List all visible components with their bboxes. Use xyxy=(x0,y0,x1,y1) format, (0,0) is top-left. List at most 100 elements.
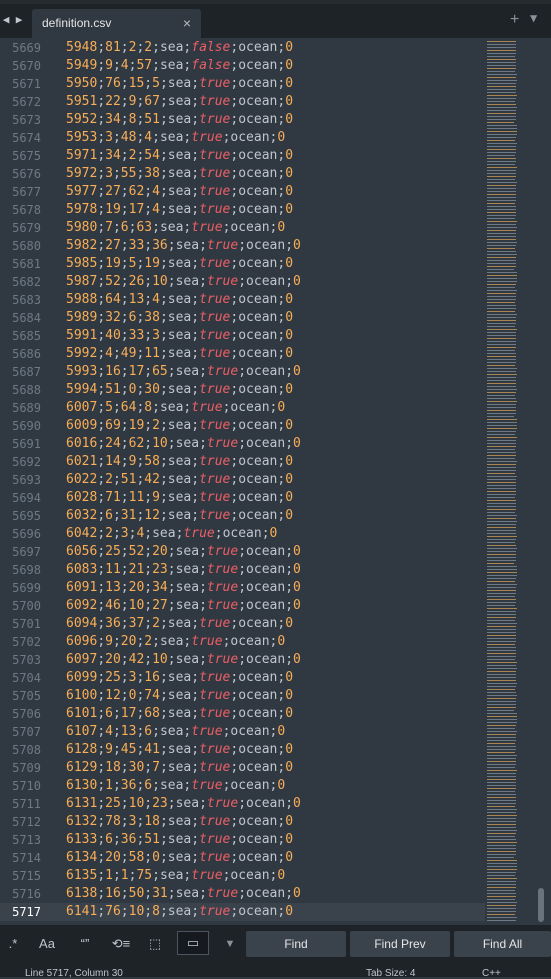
code-line[interactable]: 5950;76;15;5;sea;true;ocean;0 xyxy=(66,75,293,93)
line-number: 5672 xyxy=(12,95,41,109)
wrap-toggle[interactable]: ⟲≡ xyxy=(106,932,136,956)
code-line[interactable]: 6028;71;11;9;sea;true;ocean;0 xyxy=(66,489,293,507)
code-line[interactable]: 6131;25;10;23;sea;true;ocean;0 xyxy=(66,795,301,813)
minimap-row xyxy=(487,83,516,84)
tab-nav-right-icon[interactable]: ▶ xyxy=(13,13,25,27)
number-token: 0 xyxy=(285,148,294,163)
string-token: ocean xyxy=(246,238,286,253)
separator-token: ; xyxy=(97,202,106,217)
code-line[interactable]: 5988;64;13;4;sea;true;ocean;0 xyxy=(66,291,293,309)
number-token: 45 xyxy=(120,742,137,757)
code-line[interactable]: 5953;3;48;4;sea;true;ocean;0 xyxy=(66,129,285,147)
code-line[interactable]: 6042;2;3;4;sea;true;ocean;0 xyxy=(66,525,277,543)
regex-toggle[interactable]: .* xyxy=(2,932,24,956)
code-line[interactable]: 6132;78;3;18;sea;true;ocean;0 xyxy=(66,813,293,831)
code-line[interactable]: 6083;11;21;23;sea;true;ocean;0 xyxy=(66,561,301,579)
separator-token: ; xyxy=(191,616,200,631)
code-line[interactable]: 5972;3;55;38;sea;true;ocean;0 xyxy=(66,165,293,183)
minimap-row xyxy=(487,518,516,519)
code-line[interactable]: 6101;6;17;68;sea;true;ocean;0 xyxy=(66,705,293,723)
new-tab-icon[interactable]: + xyxy=(510,11,519,29)
find-button[interactable]: Find xyxy=(246,931,346,957)
minimap[interactable] xyxy=(487,41,517,923)
separator-token: ; xyxy=(159,454,168,469)
code-line[interactable]: 6032;6;31;12;sea;true;ocean;0 xyxy=(66,507,293,525)
code-line[interactable]: 6134;20;58;0;sea;true;ocean;0 xyxy=(66,849,293,867)
separator-token: ; xyxy=(97,634,106,649)
tab-definition-csv[interactable]: definition.csv × xyxy=(32,9,201,38)
tab-nav-left-icon[interactable]: ◀ xyxy=(0,13,12,27)
code-line[interactable]: 6097;20;42;10;sea;true;ocean;0 xyxy=(66,651,301,669)
code-line[interactable]: 5948;81;2;2;sea;false;ocean;0 xyxy=(66,39,293,57)
separator-token: ; xyxy=(238,562,247,577)
code-line[interactable]: 6092;46;10;27;sea;true;ocean;0 xyxy=(66,597,301,615)
code-line[interactable]: 6021;14;9;58;sea;true;ocean;0 xyxy=(66,453,293,471)
code-line[interactable]: 5982;27;33;36;sea;true;ocean;0 xyxy=(66,237,301,255)
highlight-matches-icon[interactable]: ▭ xyxy=(178,931,208,955)
separator-token: ; xyxy=(112,346,121,361)
number-token: 0 xyxy=(269,526,278,541)
minimap-row xyxy=(487,560,516,561)
code-line[interactable]: 5989;32;6;38;sea;true;ocean;0 xyxy=(66,309,293,327)
code-line[interactable]: 5978;19;17;4;sea;true;ocean;0 xyxy=(66,201,293,219)
code-line[interactable]: 5971;34;2;54;sea;true;ocean;0 xyxy=(66,147,293,165)
code-line[interactable]: 6107;4;13;6;sea;true;ocean;0 xyxy=(66,723,285,741)
code-line[interactable]: 5994;51;0;30;sea;true;ocean;0 xyxy=(66,381,293,399)
code-line[interactable]: 6135;1;1;75;sea;true;ocean;0 xyxy=(66,867,285,885)
code-line[interactable]: 6022;2;51;42;sea;true;ocean;0 xyxy=(66,471,293,489)
code-line[interactable]: 6009;69;19;2;sea;true;ocean;0 xyxy=(66,417,293,435)
minimap-row xyxy=(487,191,516,192)
minimap-row xyxy=(487,641,516,642)
code-line[interactable]: 5952;34;8;51;sea;true;ocean;0 xyxy=(66,111,293,129)
code-line[interactable]: 6130;1;36;6;sea;true;ocean;0 xyxy=(66,777,285,795)
close-icon[interactable]: × xyxy=(183,15,191,31)
code-line[interactable]: 5991;40;33;3;sea;true;ocean;0 xyxy=(66,327,293,345)
code-line[interactable]: 6138;16;50;31;sea;true;ocean;0 xyxy=(66,885,301,903)
minimap-row xyxy=(487,395,515,396)
find-prev-button[interactable]: Find Prev xyxy=(350,931,450,957)
vertical-scrollbar[interactable] xyxy=(538,888,544,922)
syntax-mode[interactable]: C++ xyxy=(482,968,501,979)
code-line[interactable]: 5985;19;5;19;sea;true;ocean;0 xyxy=(66,255,293,273)
code-line[interactable]: 6007;5;64;8;sea;true;ocean;0 xyxy=(66,399,285,417)
code-line[interactable]: 6094;36;37;2;sea;true;ocean;0 xyxy=(66,615,293,633)
cursor-position: Line 5717, Column 30 xyxy=(25,968,123,979)
number-token: 10 xyxy=(128,796,145,811)
code-line[interactable]: 6129;18;30;7;sea;true;ocean;0 xyxy=(66,759,293,777)
number-token: 0 xyxy=(285,706,294,721)
minimap-row xyxy=(487,371,516,372)
code-line[interactable]: 6056;25;52;20;sea;true;ocean;0 xyxy=(66,543,301,561)
code-line[interactable]: 6100;12;0;74;sea;true;ocean;0 xyxy=(66,687,293,705)
code-line[interactable]: 6091;13;20;34;sea;true;ocean;0 xyxy=(66,579,301,597)
code-line[interactable]: 6128;9;45;41;sea;true;ocean;0 xyxy=(66,741,293,759)
string-token: sea xyxy=(167,76,192,91)
code-line[interactable]: 6096;9;20;2;sea;true;ocean;0 xyxy=(66,633,285,651)
code-line[interactable]: 5993;16;17;65;sea;true;ocean;0 xyxy=(66,363,301,381)
code-line[interactable]: 5992;4;49;11;sea;true;ocean;0 xyxy=(66,345,293,363)
code-line[interactable]: 5949;9;4;57;sea;false;ocean;0 xyxy=(66,57,293,75)
separator-token: ; xyxy=(159,508,168,523)
tab-size[interactable]: Tab Size: 4 xyxy=(366,968,415,979)
find-history-icon[interactable]: ▼ xyxy=(218,932,242,956)
minimap-row xyxy=(487,404,516,405)
find-input[interactable]: ▭ xyxy=(177,931,209,955)
separator-token: ; xyxy=(112,508,121,523)
boolean-token: true xyxy=(199,904,231,919)
whole-word-toggle[interactable]: “” xyxy=(72,932,98,956)
in-selection-toggle[interactable]: ⬚ xyxy=(142,932,168,956)
code-line[interactable]: 6141;76;10;8;sea;true;ocean;0 xyxy=(66,903,293,921)
tab-menu-icon[interactable]: ▼ xyxy=(530,11,537,25)
editor[interactable]: 5669 5670 5671 5672 5673 5674 5675 5676 5677 5678… xyxy=(0,38,551,925)
code-line[interactable]: 5977;27;62;4;sea;true;ocean;0 xyxy=(66,183,293,201)
code-line[interactable]: 5987;52;26;10;sea;true;ocean;0 xyxy=(66,273,301,291)
number-token: 14 xyxy=(105,454,121,469)
case-sensitive-toggle[interactable]: Aa xyxy=(34,932,60,956)
minimap-row xyxy=(487,806,515,807)
code-line[interactable]: 5980;7;6;63;sea;true;ocean;0 xyxy=(66,219,285,237)
minimap-row xyxy=(487,248,515,249)
code-line[interactable]: 6133;6;36;51;sea;true;ocean;0 xyxy=(66,831,293,849)
code-line[interactable]: 6099;25;3;16;sea;true;ocean;0 xyxy=(66,669,293,687)
code-line[interactable]: 6016;24;62;10;sea;true;ocean;0 xyxy=(66,435,301,453)
code-line[interactable]: 5951;22;9;67;sea;true;ocean;0 xyxy=(66,93,293,111)
find-all-button[interactable]: Find All xyxy=(454,931,551,957)
